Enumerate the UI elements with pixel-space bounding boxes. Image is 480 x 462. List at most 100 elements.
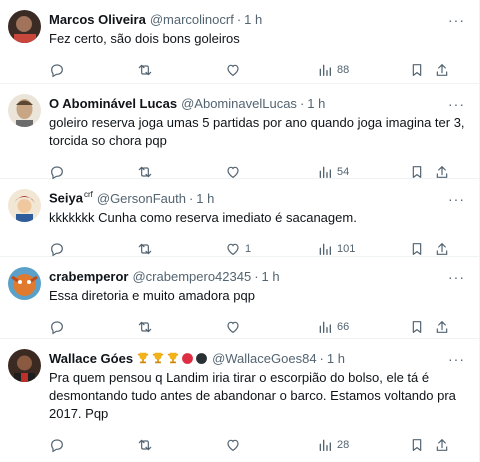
- views-button[interactable]: 54: [317, 164, 349, 180]
- user-handle[interactable]: @GersonFauth: [97, 191, 186, 206]
- user-handle[interactable]: @marcolinocrf: [150, 12, 234, 27]
- user-handle[interactable]: @crabempero42345: [132, 269, 251, 284]
- separator-dot: ·: [319, 350, 324, 366]
- like-button[interactable]: [225, 62, 245, 78]
- reply-button[interactable]: [49, 62, 69, 78]
- replies-feed: Marcos Oliveira @marcolinocrf · 1 h Fez …: [0, 0, 480, 462]
- bar-chart-icon: [319, 166, 331, 178]
- timestamp[interactable]: 1 h: [244, 12, 262, 27]
- avatar[interactable]: [8, 10, 41, 43]
- views-button[interactable]: 101: [317, 241, 355, 257]
- tweet-text: Pra quem pensou q Landim iria tirar o es…: [49, 370, 456, 421]
- share-icon: [436, 439, 448, 451]
- tweet[interactable]: O Abominável Lucas @AbominavelLucas · 1 …: [0, 84, 479, 180]
- display-name[interactable]: O Abominável Lucas: [49, 96, 177, 111]
- share-icon: [436, 243, 448, 255]
- black-circle-icon: [196, 352, 207, 364]
- user-handle[interactable]: @WallaceGoes84: [212, 351, 316, 366]
- name-emoji-badges: [136, 351, 208, 365]
- avatar[interactable]: [8, 189, 41, 222]
- bookmark-icon: [412, 243, 422, 255]
- trophy-icon: [152, 352, 164, 364]
- tweet-header: O Abominável Lucas @AbominavelLucas · 1 …: [49, 94, 469, 112]
- like-button[interactable]: [225, 319, 245, 335]
- retweet-button[interactable]: [137, 62, 157, 78]
- like-button[interactable]: [225, 164, 245, 180]
- more-options-button[interactable]: ···: [448, 191, 465, 207]
- bookmark-button[interactable]: [409, 164, 425, 180]
- retweet-button[interactable]: [137, 437, 157, 453]
- display-name[interactable]: Seiyacrf: [49, 190, 93, 205]
- tweet[interactable]: Wallace Góes @WallaceGoes84 · 1 h Pra qu…: [0, 339, 479, 462]
- heart-icon: [227, 439, 239, 452]
- separator-dot: ·: [236, 11, 242, 27]
- bookmark-button[interactable]: [409, 437, 425, 453]
- tweet-header: Seiyacrf @GersonFauth · 1 h: [49, 189, 469, 207]
- retweet-icon: [138, 166, 152, 178]
- tweet[interactable]: Seiyacrf @GersonFauth · 1 h kkkkkkk Cunh…: [0, 179, 479, 257]
- retweet-button[interactable]: [137, 164, 157, 180]
- retweet-icon: [138, 321, 152, 333]
- more-options-button[interactable]: ···: [448, 351, 465, 367]
- tweet-text: goleiro reserva joga umas 5 partidas por…: [49, 115, 465, 148]
- display-name[interactable]: Wallace Góes: [49, 351, 133, 366]
- separator-dot: ·: [299, 95, 305, 111]
- views-button[interactable]: 66: [317, 319, 349, 335]
- retweet-button[interactable]: [137, 241, 157, 257]
- reply-button[interactable]: [49, 164, 69, 180]
- action-bar: 88: [49, 54, 469, 86]
- share-button[interactable]: [434, 62, 450, 78]
- tweet[interactable]: crabemperor @crabempero42345 · 1 h Essa …: [0, 257, 479, 339]
- share-button[interactable]: [434, 319, 450, 335]
- action-bar: 28: [49, 429, 469, 461]
- display-name[interactable]: Marcos Oliveira: [49, 12, 146, 27]
- heart-icon: [227, 64, 239, 77]
- bookmark-button[interactable]: [409, 241, 425, 257]
- bookmark-button[interactable]: [409, 319, 425, 335]
- share-icon: [436, 321, 448, 333]
- views-button[interactable]: 28: [317, 437, 349, 453]
- avatar[interactable]: [8, 267, 41, 300]
- reply-button[interactable]: [49, 241, 69, 257]
- share-button[interactable]: [434, 241, 450, 257]
- timestamp[interactable]: 1 h: [327, 351, 345, 366]
- share-button[interactable]: [434, 164, 450, 180]
- like-button[interactable]: [225, 437, 245, 453]
- timestamp[interactable]: 1 h: [262, 269, 280, 284]
- more-options-button[interactable]: ···: [448, 12, 465, 28]
- bookmark-icon: [412, 166, 422, 178]
- bookmark-button[interactable]: [409, 62, 425, 78]
- separator-dot: ·: [254, 268, 259, 284]
- retweet-icon: [138, 243, 152, 255]
- more-options-button[interactable]: ···: [448, 96, 465, 112]
- retweet-icon: [138, 439, 152, 451]
- reply-icon: [51, 166, 63, 180]
- name-superscript: crf: [83, 190, 93, 200]
- user-handle[interactable]: @AbominavelLucas: [181, 96, 297, 111]
- trophy-icon: [137, 352, 149, 364]
- retweet-button[interactable]: [137, 319, 157, 335]
- bookmark-icon: [412, 321, 422, 333]
- reply-icon: [51, 64, 63, 78]
- bar-chart-icon: [319, 439, 331, 451]
- tweet[interactable]: Marcos Oliveira @marcolinocrf · 1 h Fez …: [0, 0, 479, 84]
- bookmark-icon: [412, 439, 422, 451]
- timestamp[interactable]: 1 h: [307, 96, 325, 111]
- red-circle-icon: [182, 352, 193, 364]
- timestamp[interactable]: 1 h: [196, 191, 214, 206]
- display-name[interactable]: crabemperor: [49, 269, 128, 284]
- bookmark-icon: [412, 64, 422, 76]
- views-button[interactable]: 88: [317, 62, 349, 78]
- share-icon: [436, 166, 448, 178]
- share-button[interactable]: [434, 437, 450, 453]
- more-options-button[interactable]: ···: [448, 269, 465, 285]
- trophy-icon: [167, 352, 179, 364]
- tweet-text: Essa diretoria e muito amadora pqp: [49, 288, 255, 303]
- reply-button[interactable]: [49, 437, 69, 453]
- avatar[interactable]: [8, 349, 41, 382]
- reply-button[interactable]: [49, 319, 69, 335]
- avatar[interactable]: [8, 94, 41, 127]
- like-button[interactable]: 1: [225, 241, 251, 257]
- heart-icon: [227, 321, 239, 334]
- bar-chart-icon: [319, 321, 331, 333]
